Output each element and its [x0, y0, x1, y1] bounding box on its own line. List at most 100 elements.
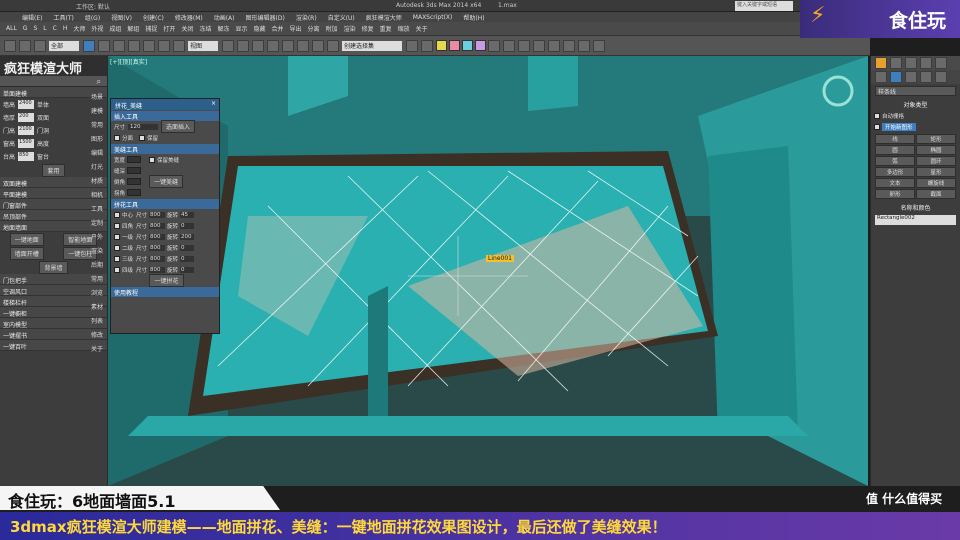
- close-icon[interactable]: ×: [211, 100, 216, 107]
- menu-item[interactable]: 疯狂模渲大师: [366, 13, 402, 22]
- start-new-shape-checkbox[interactable]: [874, 123, 880, 130]
- door-height-field[interactable]: 2100: [18, 126, 35, 135]
- menu-item[interactable]: 修改器(M): [175, 13, 203, 22]
- color-swatch-pink[interactable]: [449, 40, 460, 51]
- create-tab-icon[interactable]: [875, 57, 887, 69]
- toolbar-button[interactable]: 显示: [235, 24, 247, 33]
- category-item[interactable]: 素材: [86, 302, 108, 316]
- object-name-field[interactable]: Rectangle002: [875, 215, 956, 225]
- menu-item[interactable]: MAXScript(X): [413, 14, 453, 21]
- pattern-size-field[interactable]: 800: [149, 211, 166, 218]
- category-item[interactable]: 工具: [86, 204, 108, 218]
- category-item[interactable]: 浏览: [86, 288, 108, 302]
- material-editor-icon[interactable]: [548, 39, 560, 52]
- pattern-size-field[interactable]: 800: [149, 233, 166, 240]
- pattern-level-checkbox[interactable]: [114, 222, 120, 229]
- category-item[interactable]: 定制: [86, 218, 108, 232]
- shape-type-dropdown[interactable]: 样条线: [875, 86, 956, 96]
- shape-button[interactable]: 截面: [916, 189, 956, 199]
- wall-thick-field[interactable]: 200: [18, 113, 35, 122]
- rotate-icon[interactable]: [158, 39, 170, 52]
- move-icon[interactable]: [143, 39, 155, 52]
- reference-coord-dropdown[interactable]: 视图: [188, 40, 218, 51]
- helpers-icon[interactable]: [935, 71, 947, 83]
- keyboard-shortcut-icon[interactable]: [252, 39, 264, 52]
- menu-item[interactable]: 帮助(H): [463, 13, 484, 22]
- scale-icon[interactable]: [173, 39, 185, 52]
- pattern-rotate-field[interactable]: 0: [180, 222, 195, 229]
- pattern-level-checkbox[interactable]: [114, 233, 120, 240]
- align-icon[interactable]: [421, 39, 433, 52]
- toolbar-button[interactable]: 合并: [272, 24, 284, 33]
- seam-corner-field[interactable]: [127, 189, 142, 196]
- pattern-level-checkbox[interactable]: [114, 266, 120, 273]
- wall-groove-button[interactable]: 墙面开槽: [9, 246, 44, 260]
- edit-named-sets-icon[interactable]: [327, 39, 339, 52]
- motion-tab-icon[interactable]: [920, 57, 932, 69]
- apply-button[interactable]: 套用: [42, 163, 65, 177]
- shape-button[interactable]: 弧: [875, 156, 915, 166]
- split-face-checkbox[interactable]: [114, 134, 120, 141]
- shape-button[interactable]: 星形: [916, 167, 956, 177]
- pattern-size-field[interactable]: 800: [149, 222, 166, 229]
- toolbar-button[interactable]: 大师: [73, 24, 85, 33]
- lights-icon[interactable]: [905, 71, 917, 83]
- keep-seam-checkbox[interactable]: [149, 156, 156, 163]
- toolbar-button[interactable]: 解冻: [217, 24, 229, 33]
- render-teapot-icon[interactable]: [593, 39, 605, 52]
- toolbar-button[interactable]: 冻结: [199, 24, 211, 33]
- shape-button[interactable]: 线: [875, 134, 915, 144]
- bind-spacewarp-icon[interactable]: [34, 39, 46, 52]
- menu-item[interactable]: 自定义(U): [328, 13, 355, 22]
- wall-height-field[interactable]: 2400: [18, 100, 35, 109]
- toolbar-button[interactable]: 修复: [362, 24, 374, 33]
- window-height-field[interactable]: 1500: [18, 139, 35, 148]
- shape-button[interactable]: 多边形: [875, 167, 915, 177]
- name-color-header[interactable]: 名称和颜色: [871, 203, 960, 213]
- seam-chamfer-field[interactable]: [127, 178, 142, 185]
- pattern-level-checkbox[interactable]: [114, 211, 120, 218]
- toolbar-button[interactable]: 成组: [109, 24, 121, 33]
- unlink-icon[interactable]: [19, 39, 31, 52]
- category-item[interactable]: 材质: [86, 176, 108, 190]
- one-click-pattern-button[interactable]: 一键拼花: [149, 274, 184, 287]
- display-tab-icon[interactable]: [935, 57, 947, 69]
- curve-editor-icon[interactable]: [518, 39, 530, 52]
- menu-item[interactable]: 图形编辑器(D): [246, 13, 285, 22]
- toolbar-button[interactable]: G: [23, 25, 28, 32]
- menu-item[interactable]: 编辑(E): [22, 13, 42, 22]
- toolbar-button[interactable]: 重复: [380, 24, 392, 33]
- toolbar-button[interactable]: 导出: [290, 24, 302, 33]
- workspace-selector[interactable]: 工作区: 默认: [76, 2, 110, 11]
- perspective-viewport[interactable]: [+][顶][真实] Line001: [108, 56, 868, 486]
- start-new-shape-button[interactable]: 开始新图形: [882, 122, 916, 131]
- select-object-icon[interactable]: [83, 39, 95, 52]
- category-item[interactable]: 后期: [86, 260, 108, 274]
- layer-manager-icon[interactable]: [488, 39, 500, 52]
- color-swatch-yellow[interactable]: [436, 40, 447, 51]
- pattern-level-checkbox[interactable]: [114, 255, 120, 262]
- color-swatch-cyan[interactable]: [462, 40, 473, 51]
- one-click-floor-button[interactable]: 一键地面: [9, 232, 44, 246]
- category-item[interactable]: 灯光: [86, 162, 108, 176]
- percent-snap-icon[interactable]: [297, 39, 309, 52]
- category-item[interactable]: 修改: [86, 330, 108, 344]
- schematic-view-icon[interactable]: [533, 39, 545, 52]
- insert-size-field[interactable]: 120: [128, 123, 159, 130]
- menu-item[interactable]: 组(G): [85, 13, 100, 22]
- category-item[interactable]: 列表: [86, 316, 108, 330]
- category-item[interactable]: 渲染: [86, 246, 108, 260]
- category-item[interactable]: 相机: [86, 190, 108, 204]
- cameras-icon[interactable]: [920, 71, 932, 83]
- pattern-rotate-field[interactable]: 200: [180, 233, 195, 240]
- category-item[interactable]: 常用: [86, 120, 108, 134]
- seam-tool-section[interactable]: 美缝工具: [111, 144, 219, 154]
- toolbar-button[interactable]: 解组: [127, 24, 139, 33]
- shape-button[interactable]: 椭圆: [916, 145, 956, 155]
- manipulate-icon[interactable]: [237, 39, 249, 52]
- seam-width-field[interactable]: [127, 156, 142, 163]
- render-setup-icon[interactable]: [563, 39, 575, 52]
- spinner-snap-icon[interactable]: [312, 39, 324, 52]
- rendered-frame-icon[interactable]: [578, 39, 590, 52]
- one-click-seam-button[interactable]: 一键美缝: [149, 175, 184, 188]
